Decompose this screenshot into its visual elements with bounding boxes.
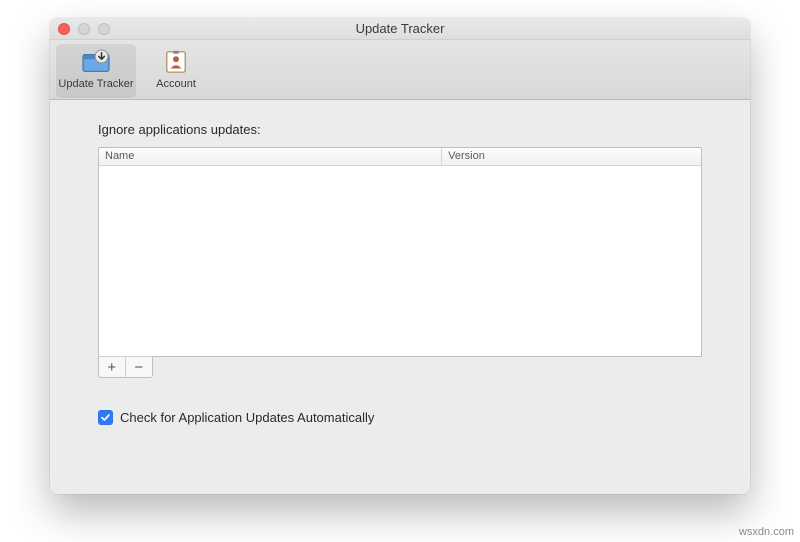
- toolbar: Update Tracker Account: [50, 40, 750, 100]
- download-box-icon: [81, 48, 111, 76]
- tab-label: Update Tracker: [58, 78, 133, 90]
- remove-button[interactable]: −: [126, 357, 152, 377]
- titlebar: Update Tracker: [50, 18, 750, 40]
- check-icon: [100, 412, 111, 423]
- auto-check-row: Check for Application Updates Automatica…: [98, 410, 702, 425]
- tab-label: Account: [156, 78, 196, 90]
- tab-update-tracker[interactable]: Update Tracker: [56, 44, 136, 98]
- ignore-apps-label: Ignore applications updates:: [98, 122, 702, 137]
- content-pane: Ignore applications updates: Name Versio…: [50, 100, 750, 443]
- ignore-apps-table[interactable]: Name Version: [98, 147, 702, 357]
- add-button[interactable]: +: [99, 357, 126, 377]
- plus-icon: +: [107, 359, 116, 376]
- minus-icon: −: [134, 359, 143, 376]
- table-header: Name Version: [99, 148, 701, 166]
- watermark: wsxdn.com: [739, 526, 794, 538]
- table-body[interactable]: [99, 166, 701, 356]
- auto-check-label[interactable]: Check for Application Updates Automatica…: [120, 410, 374, 425]
- window: Update Tracker Update Tracker: [50, 18, 750, 494]
- window-title: Update Tracker: [50, 18, 750, 40]
- table-footer: + −: [98, 356, 153, 378]
- tab-account[interactable]: Account: [136, 44, 216, 98]
- person-card-icon: [161, 48, 191, 76]
- column-header-version[interactable]: Version: [442, 148, 701, 165]
- column-header-name[interactable]: Name: [99, 148, 442, 165]
- auto-check-checkbox[interactable]: [98, 410, 113, 425]
